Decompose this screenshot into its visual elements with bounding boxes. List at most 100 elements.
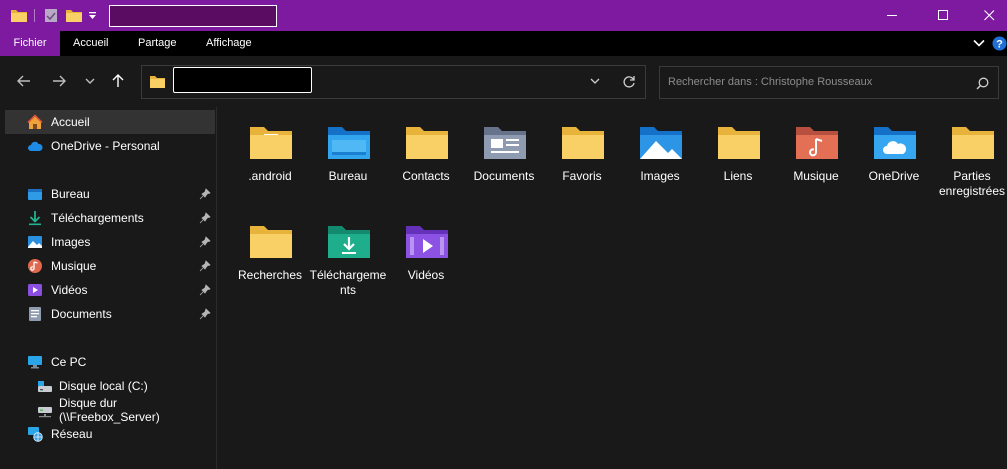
tab-affichage[interactable]: Affichage — [206, 31, 252, 56]
sidebar-item-telechargements[interactable]: Téléchargements — [5, 206, 215, 230]
folder-label: .android — [248, 169, 292, 183]
folder-tile-favoris[interactable]: Favoris — [543, 111, 621, 207]
folder-tile-telechargements[interactable]: Téléchargements — [309, 210, 387, 306]
sidebar-item-videos[interactable]: Vidéos — [5, 278, 215, 302]
folder-label: Bureau — [328, 169, 368, 183]
sidebar-item-musique[interactable]: Musique — [5, 254, 215, 278]
arrow-left-icon — [17, 75, 30, 87]
sidebar-item-label: Bureau — [51, 187, 90, 201]
sidebar-item-bureau[interactable]: Bureau — [5, 182, 215, 206]
navigation-bar: Rechercher dans : Christophe Rousseaux — [0, 56, 1007, 107]
tab-fichier[interactable]: Fichier — [0, 31, 60, 56]
properties-icon[interactable] — [44, 8, 58, 23]
pin-icon[interactable] — [199, 236, 211, 248]
folder-tile-onedrive[interactable]: OneDrive — [855, 111, 933, 207]
sidebar-item-label: Images — [51, 235, 91, 249]
folder-tile-musique[interactable]: Musique — [777, 111, 855, 207]
folder-label: Vidéos — [407, 268, 445, 282]
network-drive-icon — [38, 407, 52, 418]
sidebar-item-ce-pc[interactable]: Ce PC — [5, 350, 215, 374]
folder-tile-videos[interactable]: Vidéos — [387, 210, 465, 306]
network-icon — [28, 427, 43, 442]
folder-label: Téléchargements — [309, 268, 387, 297]
folder-label: Documents — [473, 169, 535, 183]
pc-icon — [28, 356, 42, 369]
close-button[interactable] — [966, 0, 1007, 31]
folder-tile-parties-enregistrees[interactable]: Parties enregistrées — [933, 111, 1007, 207]
folder-tile-liens[interactable]: Liens — [699, 111, 777, 207]
customize-toolbar-icon[interactable] — [88, 11, 97, 20]
navigation-pane: Accueil OneDrive - Personal Bureau Téléc… — [0, 107, 217, 469]
minimize-icon — [886, 15, 897, 16]
folder-tile-documents[interactable]: Documents — [465, 111, 543, 207]
folder-label: Musique — [793, 169, 839, 183]
sidebar-item-reseau[interactable]: Réseau — [5, 422, 215, 446]
folder-icon — [150, 76, 165, 88]
search-icon[interactable] — [976, 77, 989, 90]
folder-tile-contacts[interactable]: Contacts — [387, 111, 465, 207]
folder-label: Images — [640, 169, 680, 183]
back-button[interactable] — [14, 71, 34, 91]
folder-label: OneDrive — [868, 169, 920, 183]
arrow-right-icon — [53, 75, 66, 87]
sidebar-item-images[interactable]: Images — [5, 230, 215, 254]
sidebar-item-label: Disque local (C:) — [59, 379, 148, 393]
pin-icon[interactable] — [199, 260, 211, 272]
cloud-icon — [28, 141, 43, 151]
sidebar-item-label: Vidéos — [51, 283, 88, 297]
home-icon — [27, 114, 43, 129]
arrow-up-icon — [112, 74, 124, 87]
forward-button[interactable] — [49, 71, 69, 91]
window-title-redacted — [109, 5, 277, 27]
title-bar — [0, 0, 1007, 31]
download-icon — [29, 211, 41, 226]
sidebar-item-disque-dur-freebox[interactable]: Disque dur (\\Freebox_Server) — [5, 396, 215, 424]
new-folder-icon[interactable] — [65, 8, 83, 23]
videos-icon — [28, 284, 42, 296]
music-icon — [28, 259, 42, 273]
search-placeholder: Rechercher dans : Christophe Rousseaux — [668, 76, 873, 88]
refresh-icon[interactable] — [622, 75, 636, 89]
folder-icon[interactable] — [10, 8, 28, 23]
folder-label: Favoris — [562, 169, 602, 183]
expand-ribbon-chevron-icon[interactable] — [973, 39, 985, 48]
sidebar-item-onedrive[interactable]: OneDrive - Personal — [5, 134, 215, 158]
folder-tile-images[interactable]: Images — [621, 111, 699, 207]
folder-label: Liens — [723, 169, 753, 183]
folder-tile-bureau[interactable]: Bureau — [309, 111, 387, 207]
ribbon-tabs: Fichier Accueil Partage Affichage ? — [0, 31, 1007, 56]
search-box[interactable]: Rechercher dans : Christophe Rousseaux — [659, 66, 999, 99]
onedrive-folder-icon — [874, 127, 916, 159]
folder-icon — [250, 127, 292, 159]
sidebar-item-accueil[interactable]: Accueil — [5, 110, 215, 134]
folder-icon — [406, 127, 448, 159]
maximize-button[interactable] — [920, 0, 966, 31]
pin-icon[interactable] — [199, 284, 211, 296]
folder-icon — [562, 127, 604, 159]
folder-tile-recherches[interactable]: Recherches — [231, 210, 309, 306]
sidebar-item-label: Accueil — [51, 115, 90, 129]
recent-locations-button[interactable] — [80, 71, 100, 91]
tab-partage[interactable]: Partage — [138, 31, 177, 56]
documents-folder-icon — [484, 127, 526, 159]
folder-label: Contacts — [402, 169, 450, 183]
up-button[interactable] — [108, 71, 128, 91]
folder-view: .android Bureau Contacts Documents Favor… — [218, 107, 1007, 469]
sidebar-item-label: Réseau — [51, 427, 93, 441]
sidebar-item-disque-local[interactable]: Disque local (C:) — [5, 374, 215, 398]
downloads-folder-icon — [328, 226, 370, 258]
chevron-down-icon — [85, 78, 95, 84]
videos-folder-icon — [406, 226, 448, 258]
minimize-button[interactable] — [869, 0, 915, 31]
sidebar-item-label: Ce PC — [51, 355, 87, 369]
folder-icon — [718, 127, 760, 159]
folder-tile-android[interactable]: .android — [231, 111, 309, 207]
sidebar-item-documents[interactable]: Documents — [5, 302, 215, 326]
address-history-chevron-icon[interactable] — [590, 78, 600, 85]
local-drive-icon — [38, 381, 52, 392]
pin-icon[interactable] — [199, 308, 211, 320]
pin-icon[interactable] — [199, 212, 211, 224]
help-icon[interactable]: ? — [992, 36, 1007, 51]
pin-icon[interactable] — [199, 188, 211, 200]
tab-accueil[interactable]: Accueil — [73, 31, 108, 56]
